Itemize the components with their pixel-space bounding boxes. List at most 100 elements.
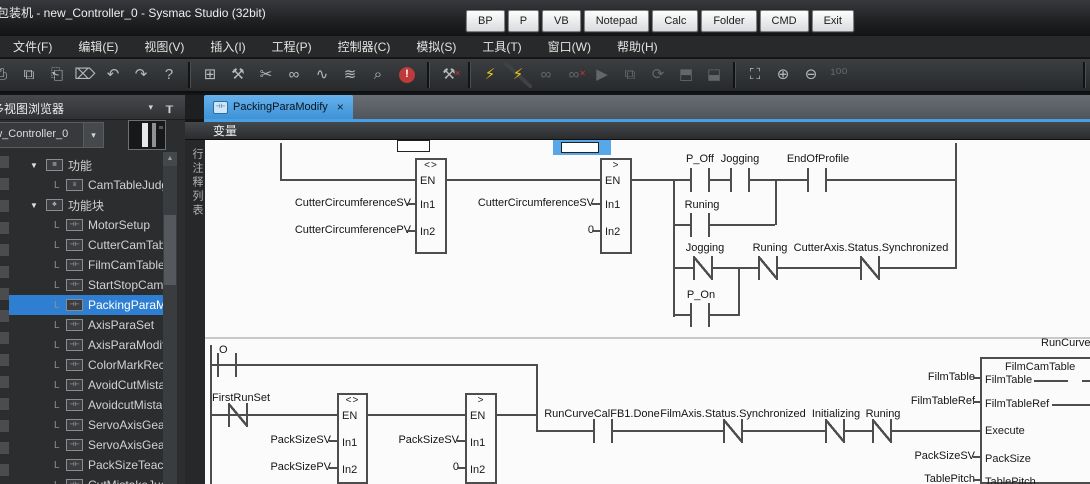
expand-arrow-icon[interactable]: ▼ [30,161,46,170]
edit-tool-icon[interactable]: ⚒ [435,62,463,88]
compare-neq-block[interactable]: <> EN In1 In2 [337,393,368,484]
help-icon[interactable]: ? [155,62,183,88]
menu-item[interactable]: 模拟(S) [403,36,469,57]
menu-item[interactable]: 视图(V) [131,36,197,57]
separator[interactable] [427,62,430,88]
compare-gt-block[interactable]: > EN In1 In2 [465,393,497,484]
run-mode-icon[interactable]: ▶ [588,62,616,88]
stop-monitor-icon[interactable]: ∞ [560,62,588,88]
contact-nc-filmaxis-synchronized[interactable] [723,419,743,443]
zoom-100-icon[interactable]: ¹⁰⁰ [825,62,853,88]
program-mode-icon[interactable]: ⧉ [616,62,644,88]
contact-nc-runing[interactable] [758,256,778,280]
operand-label[interactable]: CutterCircumferenceSV [295,197,411,209]
compare-gt-block[interactable]: > EN In1 In2 [600,158,632,254]
monitor-icon[interactable]: ∞ [532,62,560,88]
tree-item[interactable]: L ⊣⊢ ColorMarkRect [9,355,163,375]
contact-label[interactable]: Runing [753,242,788,254]
operand-label[interactable]: TablePitch [924,473,975,484]
fb-instance-name[interactable]: RunCurveT [1041,337,1090,349]
contact-nc-initializing[interactable] [825,419,845,443]
operand-label[interactable]: PackSizePV [270,461,331,473]
waveform-icon[interactable]: ≋ [336,62,364,88]
separator[interactable] [188,62,191,88]
tree-item[interactable]: L ≡ CamTableJudg [9,175,163,195]
contact-label[interactable]: P_On [687,289,715,301]
search-icon[interactable]: ⌕ [364,62,392,88]
abort-build-icon[interactable]: ✂ [252,62,280,88]
contact-label[interactable]: CutterAxis.Status.Synchronized [794,242,949,254]
operand-label[interactable]: PackSizeSV [398,434,459,446]
expand-arrow-icon[interactable]: ▼ [30,201,46,210]
tree-scrollbar-thumb[interactable] [164,215,176,285]
launcher-button[interactable]: P [508,10,539,32]
build-icon[interactable]: ⚒ [224,62,252,88]
tree-item[interactable]: L ⊣⊢ AvoidcutMista [9,395,163,415]
launcher-button[interactable]: Notepad [584,10,650,32]
tree-item[interactable]: L ⊣⊢ FilmCamTableC [9,255,163,275]
separator[interactable] [733,62,736,88]
launcher-button[interactable]: Calc [652,10,698,32]
pin-icon[interactable]: ┰ [166,99,173,113]
menu-item[interactable]: 编辑(E) [65,36,131,57]
tab-close-icon[interactable]: × [337,100,344,114]
tree-scrollbar-track[interactable] [163,152,177,484]
ladder-cell-box[interactable] [561,142,599,153]
operand-label[interactable]: PackSizeSV [914,450,975,462]
contact-no-runcurvecalfb1-done[interactable] [593,419,613,443]
compare-neq-block[interactable]: <> EN In1 In2 [415,158,447,254]
operand-label[interactable]: PackSizeSV [270,434,331,446]
ladder-cell-box[interactable] [397,140,430,152]
launcher-button[interactable]: Folder [701,10,756,32]
contact-no-runing[interactable] [690,213,710,237]
redo-icon[interactable]: ↷ [127,62,155,88]
go-online-icon[interactable]: ⚡ [476,62,504,88]
menu-item[interactable]: 文件(F) [0,36,65,57]
contact-nc-cutteraxis-synchronized[interactable] [860,256,880,280]
contact-no-p-on[interactable] [690,303,710,327]
build-window-icon[interactable]: ⊞ [196,62,224,88]
launcher-button[interactable]: BP [466,10,505,32]
menu-item[interactable]: 插入(I) [197,36,258,57]
operand-label[interactable]: FilmTableRef [911,395,975,407]
tree-item[interactable]: L ⊣⊢ PackSizeTeach [9,455,163,475]
contact-label[interactable]: P_Off [686,153,714,165]
tree-item[interactable]: L ⊣⊢ ServoAxisGearl [9,435,163,455]
contact-nc-runing[interactable] [872,419,892,443]
synchronize-icon[interactable]: ⟳ [644,62,672,88]
contact-no-jogging[interactable] [730,168,750,192]
copy-icon[interactable]: ⧉ [15,62,43,88]
operand-label[interactable]: CutterCircumferenceSV [478,197,594,209]
operand-label[interactable]: CutterCircumferencePV [295,224,411,236]
line-comment-list-tab[interactable]: 行注释列表 [185,140,205,484]
launcher-button[interactable]: VB [542,10,581,32]
tree-item[interactable]: L ⊣⊢ AxisParaModif [9,335,163,355]
transfer-to-controller-icon[interactable]: ⬒ [672,62,700,88]
menu-item[interactable]: 窗口(W) [535,36,604,57]
tree-item[interactable]: ▼ ❖ 功能块 [9,195,163,215]
zoom-out-icon[interactable]: ⊖ [797,62,825,88]
operand-label[interactable]: FilmTable [928,371,975,383]
tree-item[interactable]: L ⊣⊢ AvoidCutMista [9,375,163,395]
menu-item[interactable]: 帮助(H) [604,36,671,57]
print-icon[interactable]: ⎙ [0,62,15,88]
watch-window-icon[interactable]: ∿ [308,62,336,88]
contact-label[interactable]: Jogging [686,242,725,254]
tree-item[interactable]: L ⊣⊢ AxisParaSet [9,315,163,335]
separator[interactable] [468,62,471,88]
filmcamtable-function-block[interactable]: FilmCamTable FilmTable FilmTableRef Exec… [980,357,1090,484]
error-list-icon[interactable]: ! [399,67,415,83]
controller-select[interactable]: new_Controller_0 ▾ [0,122,104,148]
selected-cell-highlight[interactable] [553,140,611,155]
tree-item[interactable]: L ⊣⊢ CutterCamTabl [9,235,163,255]
transfer-from-controller-icon[interactable]: ⬓ [700,62,728,88]
tree-item[interactable]: L ⊣⊢ PackingParaM [9,295,163,315]
undo-icon[interactable]: ↶ [99,62,127,88]
menu-item[interactable]: 控制器(C) [325,36,404,57]
tree-item[interactable]: L ⊣⊢ MotorSetup [9,215,163,235]
menu-item[interactable]: 工程(P) [259,36,325,57]
delete-icon[interactable]: ⌦ [71,62,99,88]
paste-icon[interactable]: ⎗ [43,62,71,88]
tree-item[interactable]: L ⊣⊢ CutMistakeJud [9,475,163,484]
zoom-fit-icon[interactable]: ⛶ [741,62,769,88]
